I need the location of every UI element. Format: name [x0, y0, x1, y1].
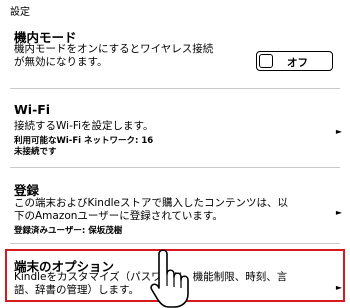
- wifi-desc: 接続するWi-Fiを設定します。: [14, 120, 154, 132]
- airplane-mode-toggle[interactable]: オフ: [256, 51, 333, 71]
- registration-arrow-icon: ►: [335, 208, 342, 217]
- registration-desc-line2: 下のAmazonユーザーに登録されています。: [14, 210, 223, 222]
- toggle-label: オフ: [287, 57, 308, 69]
- divider: [10, 167, 340, 168]
- registered-user: 登録済みユーザー: 保坂茂樹: [14, 226, 123, 236]
- airplane-mode-desc-line2: が無効になります。: [14, 56, 108, 68]
- hand-pointer-icon: [150, 249, 189, 308]
- registration-desc-line1: この端末およびKindleストアで購入したコンテンツは、以: [14, 197, 288, 209]
- wifi-status: 未接続です: [14, 147, 57, 157]
- divider: [10, 88, 340, 89]
- page-title: 設定: [10, 7, 30, 18]
- wifi-title: Wi-Fi: [14, 102, 51, 117]
- airplane-mode-desc-line1: 機内モードをオンにするとワイヤレス接続: [14, 43, 214, 55]
- divider: [10, 243, 340, 244]
- wifi-networks: 利用可能なWi-Fi ネットワーク: 16: [14, 136, 154, 146]
- wifi-arrow-icon: ►: [335, 127, 342, 136]
- toggle-knob: [259, 54, 273, 68]
